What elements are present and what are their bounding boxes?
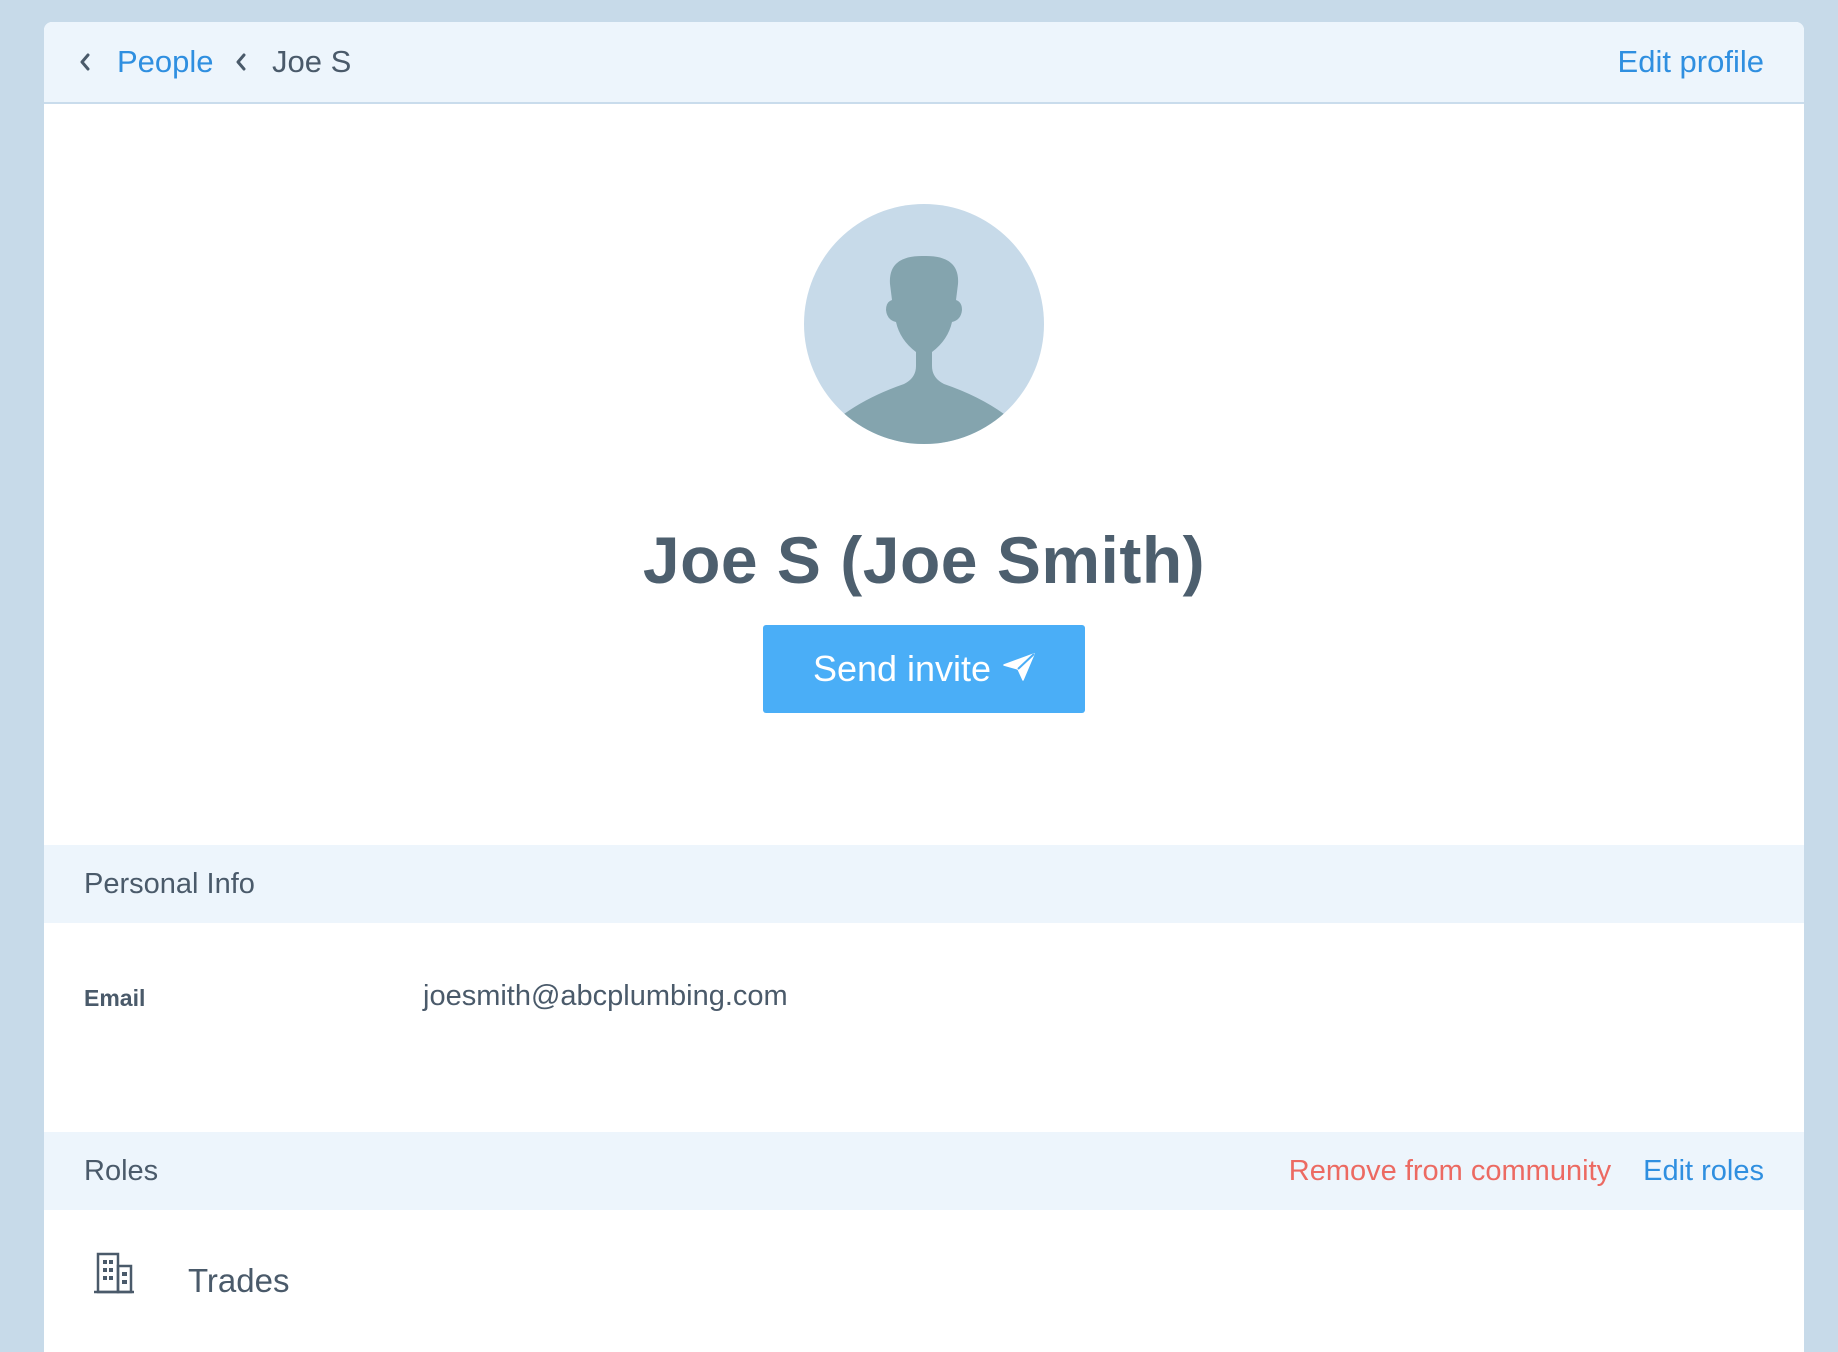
roles-header: Roles Remove from community Edit roles <box>44 1132 1804 1210</box>
chevron-left-icon[interactable] <box>78 22 92 102</box>
roles-title: Roles <box>84 1154 159 1187</box>
paper-plane-icon <box>1003 648 1035 690</box>
breadcrumb-current: Joe S <box>272 44 352 79</box>
personal-info-title: Personal Info <box>84 867 255 900</box>
profile-card: People Joe S Edit profile Joe S (Joe Smi… <box>44 22 1804 1352</box>
email-label: Email <box>84 985 146 1011</box>
building-icon <box>94 1250 134 1294</box>
send-invite-button[interactable]: Send invite <box>763 625 1085 713</box>
email-value: joesmith@abcplumbing.com <box>423 980 788 1012</box>
profile-name: Joe S (Joe Smith) <box>642 523 1206 597</box>
personal-info-header: Personal Info <box>44 845 1804 923</box>
send-invite-label: Send invite <box>812 648 992 689</box>
top-bar: People Joe S Edit profile <box>44 22 1804 104</box>
role-name: Trades <box>188 1262 290 1299</box>
chevron-left-icon <box>234 22 248 102</box>
edit-roles-link[interactable]: Edit roles <box>1643 1155 1764 1188</box>
roles-actions: Remove from community Edit roles <box>1289 1132 1764 1210</box>
person-silhouette-icon <box>844 256 1004 444</box>
breadcrumb-people-link[interactable]: People <box>117 22 214 102</box>
avatar <box>804 204 1044 444</box>
remove-from-community-link[interactable]: Remove from community <box>1289 1155 1611 1188</box>
edit-profile-link[interactable]: Edit profile <box>1618 22 1764 102</box>
